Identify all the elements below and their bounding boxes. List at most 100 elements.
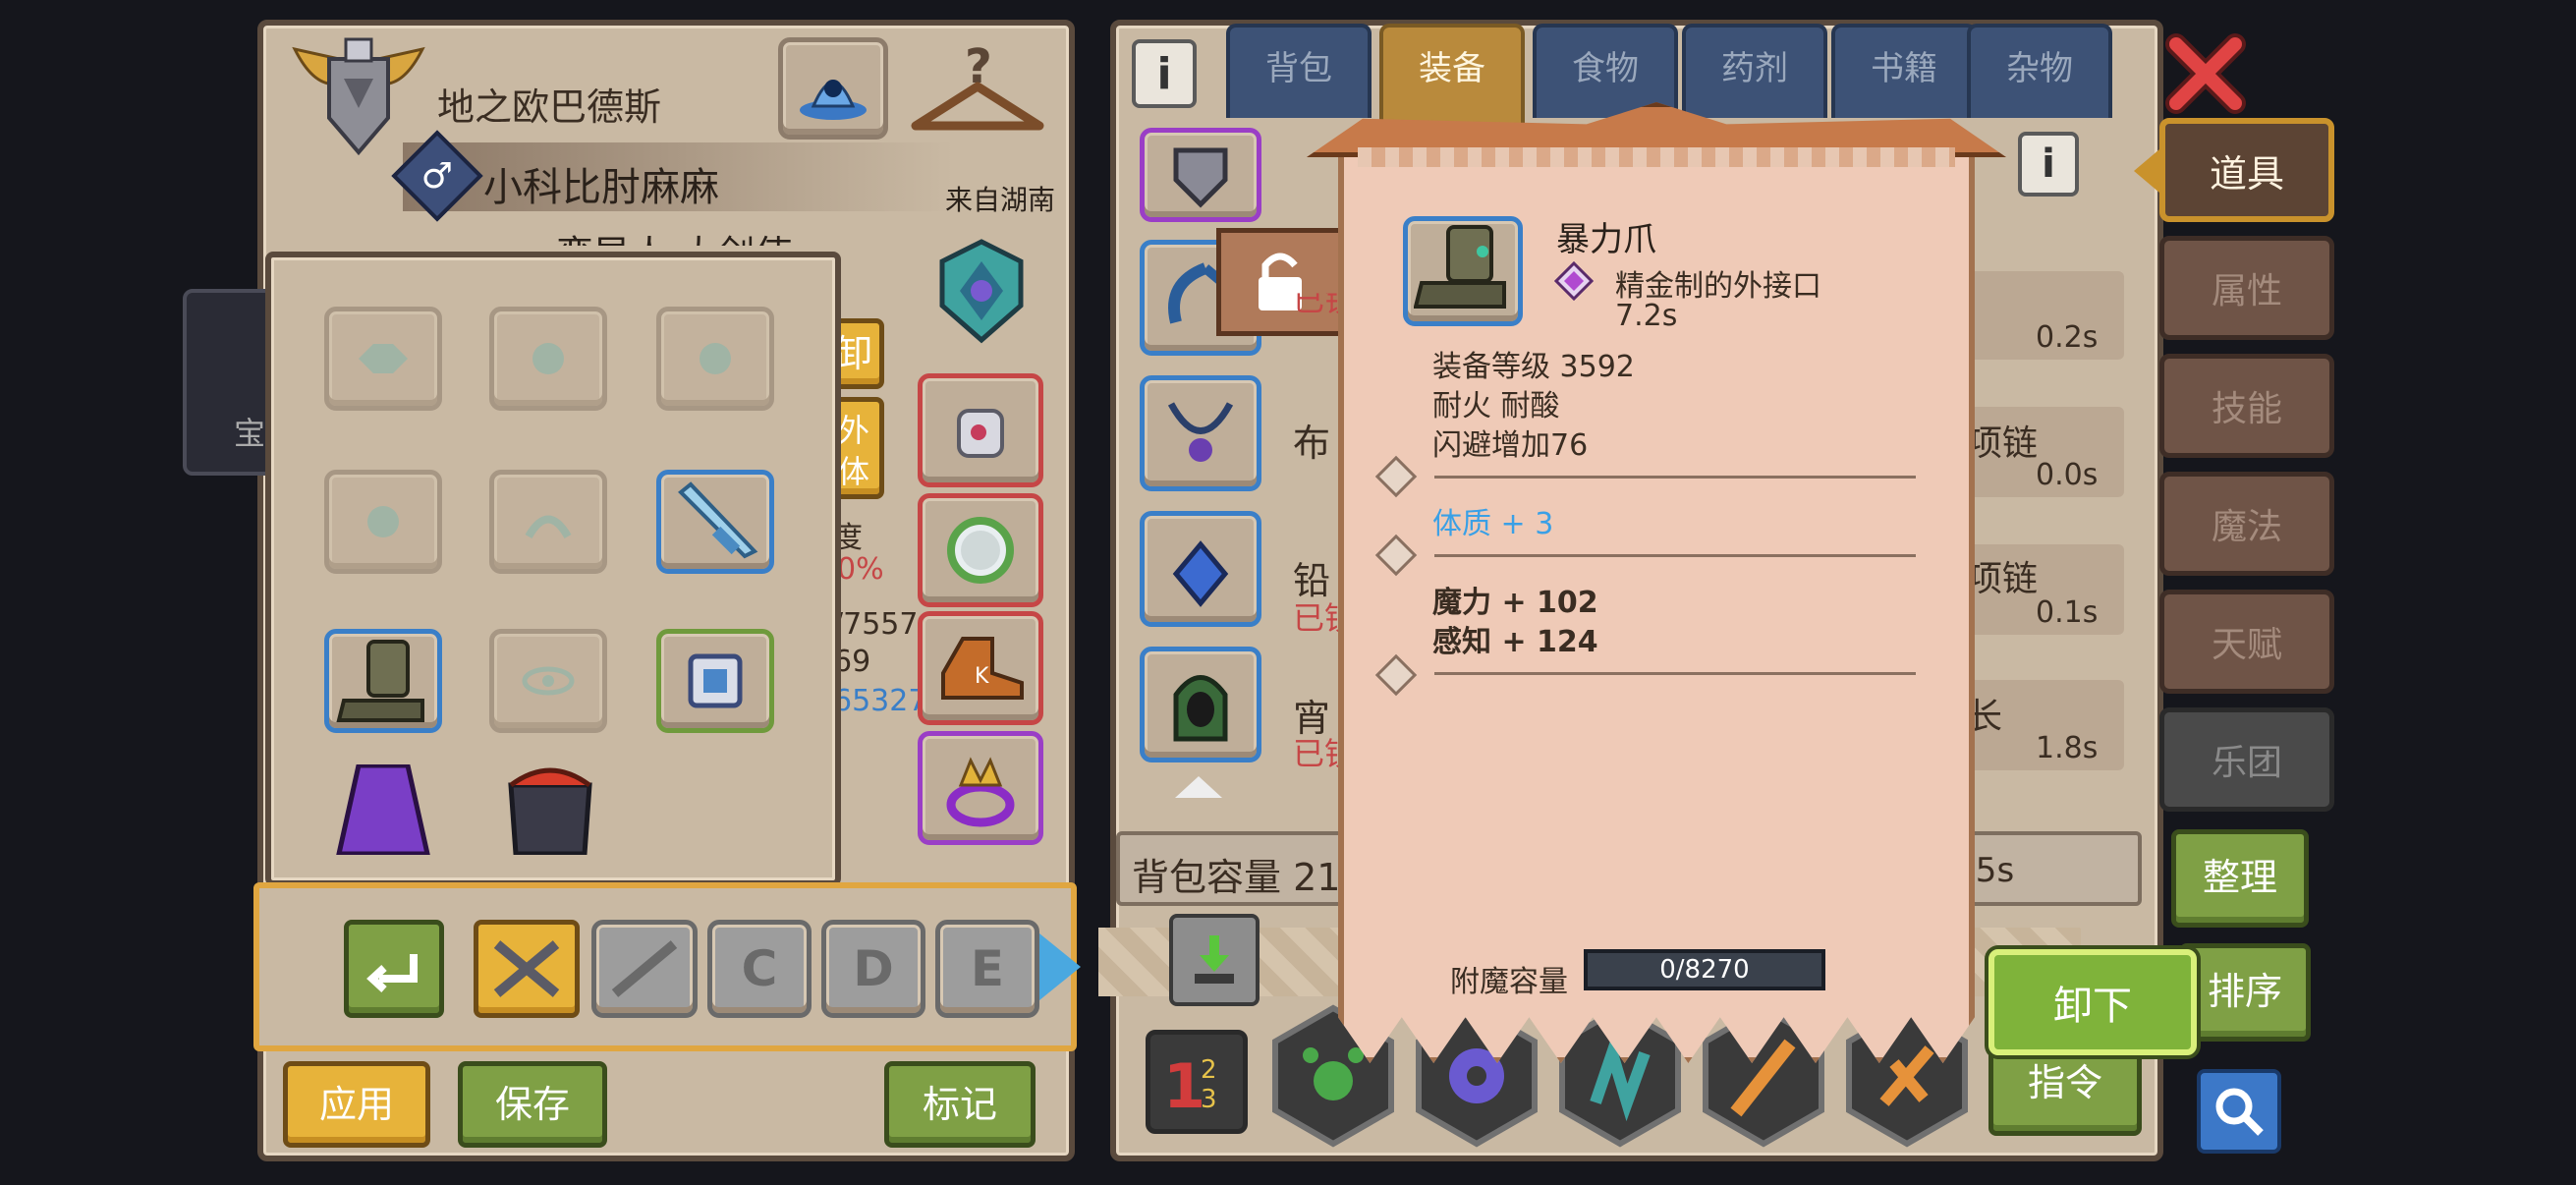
sword-slot[interactable] [656,470,774,574]
tooltip-item-name: 暴力爪 [1556,220,1656,259]
organize-button[interactable]: 整理 [2171,829,2309,928]
undo-button[interactable] [344,920,444,1018]
crystal-icon[interactable] [778,37,888,140]
tooltip-dodge: 闪避增加76 [1432,428,1589,463]
side-tab-magic[interactable]: 魔法 [2159,472,2334,576]
tooltip-traits: 耐火 耐酸 [1432,389,1560,423]
loadout-slot-d-label: D [853,940,894,997]
capacity-label: 背包容量 21 [1132,856,1341,899]
svg-text:2: 2 [1201,1055,1217,1085]
crest-icon [285,29,432,157]
side-tab-attributes[interactable]: 属性 [2159,236,2334,340]
tooltip-gem-time: 7.2s [1615,299,1678,333]
empty-slot[interactable] [656,307,774,411]
chest-armor-icon[interactable] [489,764,611,855]
empty-slot[interactable] [489,307,607,411]
hp-value: /7557 [833,607,919,642]
empty-slot[interactable] [489,470,607,574]
info-icon[interactable]: i [1132,39,1197,108]
download-icon[interactable] [1169,914,1260,1006]
tooltip-stat-perception: 感知 + 124 [1432,625,1598,659]
empty-slot[interactable] [324,307,442,411]
side-tab-magic-label: 魔法 [2211,507,2282,547]
treasure-side-label: 宝 [234,415,266,452]
row-time-1: 0.0s [2036,458,2099,492]
side-tab-items-label: 道具 [2209,151,2284,196]
side-tab-talent[interactable]: 天赋 [2159,590,2334,694]
svg-text:K: K [975,664,989,689]
row-time-3: 1.8s [2036,731,2099,765]
gold-value: 65327 [833,684,927,718]
chip-slot[interactable] [656,629,774,733]
tooltip-divider [1434,476,1916,479]
row-time-2: 0.1s [2036,595,2099,630]
unequip-button-label: 卸下 [2053,984,2132,1029]
ring-slot[interactable] [918,493,1043,607]
apply-button[interactable]: 应用 [283,1061,430,1148]
side-tab-skills-label: 技能 [2211,389,2282,429]
character-name: 小科比肘麻麻 [483,165,719,210]
empty-slot[interactable] [489,629,607,733]
tooltip-zigzag [1358,147,1955,167]
tab-books[interactable]: 书籍 [1831,24,1977,118]
search-icon[interactable] [2197,1069,2281,1154]
loadout-slot-b[interactable] [591,920,698,1018]
tooltip-info-icon[interactable]: i [2018,132,2079,197]
boot-slot[interactable]: K [918,611,1043,725]
sapphire-item-slot[interactable] [1140,511,1261,627]
armor-crest-icon[interactable] [927,232,1036,350]
necklace-item-slot[interactable] [1140,375,1261,491]
side-tab-band[interactable]: 乐团 [2159,707,2334,812]
row-time-0: 0.2s [2036,320,2099,355]
loadout-next-arrow-icon[interactable] [1039,933,1081,1000]
gem-diamond-icon [1554,261,1594,301]
loadout-slot-a[interactable] [474,920,580,1018]
tab-equipment[interactable]: 装备 [1379,24,1525,128]
enchant-bar: 0/8270 [1584,949,1825,990]
mark-button[interactable]: 标记 [884,1061,1036,1148]
side-tab-items[interactable]: 道具 [2159,118,2334,222]
claw-boot-slot[interactable] [324,629,442,733]
side-tab-pointer [2134,149,2159,193]
side-tab-attributes-label: 属性 [2211,271,2282,311]
gauntlet-slot[interactable] [918,373,1043,487]
svg-text:3: 3 [1201,1085,1217,1114]
scroll-up-arrow-icon[interactable] [1175,776,1222,798]
number-order-icon[interactable]: 123 [1146,1030,1248,1134]
row-right-1: 项链 [1967,423,2039,464]
side-tab-talent-label: 天赋 [2211,625,2282,665]
side-tab-skills[interactable]: 技能 [2159,354,2334,458]
svg-text:1: 1 [1163,1050,1205,1121]
cloak-icon[interactable] [324,764,442,855]
sort-button[interactable]: 排序 [2179,943,2311,1042]
hood-item-slot[interactable] [1140,647,1261,762]
unequip-button[interactable]: 卸下 [1988,949,2197,1055]
row-name-1: 布 [1293,422,1331,465]
tab-misc[interactable]: 杂物 [1967,24,2112,118]
shield-item-slot[interactable] [1140,128,1261,222]
tooltip-item-icon [1403,216,1523,326]
tooltip-stat-blue: 体质 + 3 [1432,507,1554,541]
side-tab-band-label: 乐团 [2211,743,2282,783]
close-icon[interactable] [2161,29,2250,118]
tooltip-stat-magic: 魔力 + 102 [1432,586,1598,620]
tab-potion[interactable]: 药剂 [1682,24,1827,118]
loadout-slot-c-label: C [741,940,778,997]
row-right-2: 项链 [1967,559,2039,599]
save-button[interactable]: 保存 [458,1061,607,1148]
tab-backpack[interactable]: 背包 [1226,24,1372,118]
tooltip-divider [1434,672,1916,675]
tooltip-divider [1434,554,1916,557]
percent-value: 0% [837,552,884,587]
character-origin: 来自湖南 [945,184,1056,216]
enchant-value: 0/8270 [1659,955,1750,985]
character-title: 地之欧巴德斯 [437,85,662,129]
loadout-slot-d[interactable]: D [821,920,925,1018]
crown-slot[interactable] [918,731,1043,845]
tooltip-equip-level: 装备等级 3592 [1432,350,1635,384]
loadout-slot-c[interactable]: C [707,920,812,1018]
loadout-slot-e[interactable]: E [935,920,1039,1018]
enchant-label: 附魔容量 [1450,965,1568,999]
empty-slot[interactable] [324,470,442,574]
hanger-question-icon[interactable]: ? [904,35,1051,143]
